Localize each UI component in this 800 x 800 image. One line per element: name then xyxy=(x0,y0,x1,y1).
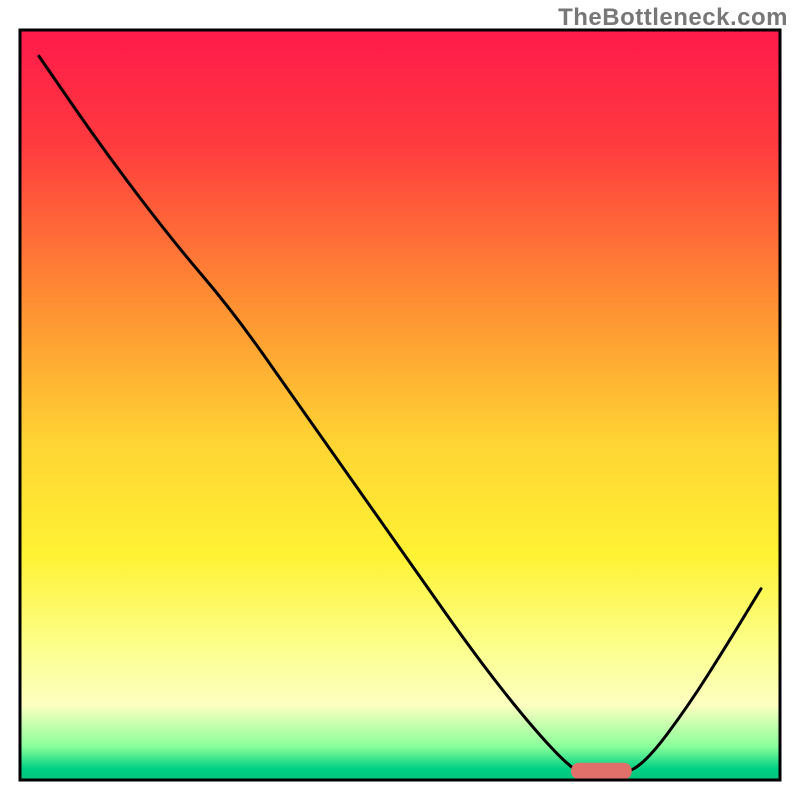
chart-canvas: TheBottleneck.com xyxy=(0,0,800,800)
bottleneck-chart xyxy=(0,0,800,800)
